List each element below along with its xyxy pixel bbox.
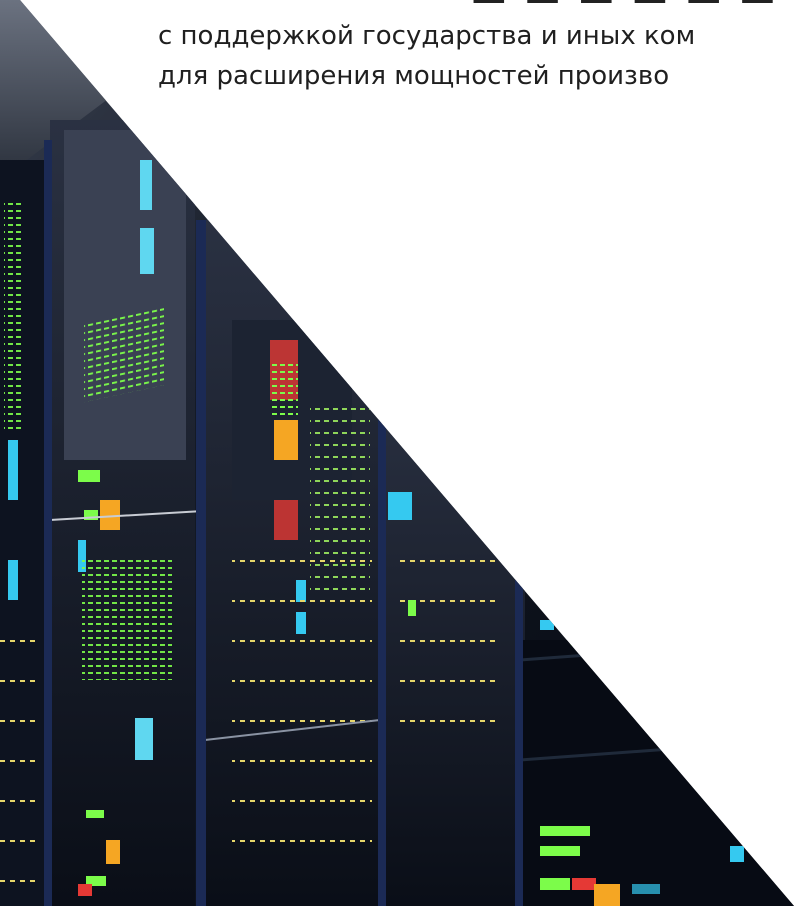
subtitle-line-2: для расширения мощностей произво — [158, 61, 670, 91]
page: ▬ ▬ ▬ ▬ ▬ ▬ с поддержкой государства и и… — [0, 0, 794, 906]
heading-fragment: ▬ ▬ ▬ ▬ ▬ ▬ — [470, 0, 777, 16]
subtitle: с поддержкой государства и иных ком для … — [158, 16, 794, 96]
subtitle-line-1: с поддержкой государства и иных ком — [158, 21, 696, 51]
server-racks-photo — [0, 0, 794, 906]
